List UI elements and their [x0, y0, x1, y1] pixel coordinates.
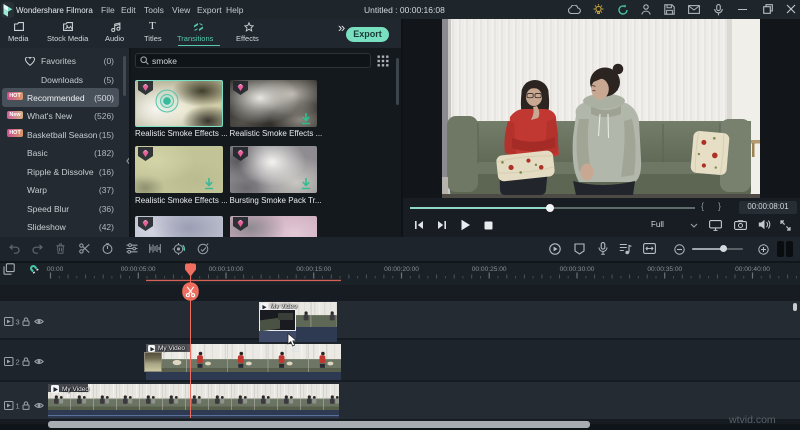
svg-text:00:00:35:00: 00:00:35:00: [647, 266, 682, 273]
svg-text:00:00:30:00: 00:00:30:00: [560, 266, 595, 273]
svg-text:1: 1: [16, 402, 20, 411]
svg-text:00:00:10:00: 00:00:10:00: [209, 266, 244, 273]
svg-text:00:00:20:00: 00:00:20:00: [384, 266, 419, 273]
svg-text:00:00:25:00: 00:00:25:00: [472, 266, 507, 273]
svg-text:00:00:40:00: 00:00:40:00: [735, 266, 770, 273]
svg-text:00:00:05:00: 00:00:05:00: [121, 266, 156, 273]
svg-text:2: 2: [16, 358, 20, 367]
svg-text:00:00:15:00: 00:00:15:00: [296, 266, 331, 273]
svg-text:3: 3: [16, 317, 20, 326]
svg-text:00:00:00: 00:00:00: [46, 266, 64, 273]
